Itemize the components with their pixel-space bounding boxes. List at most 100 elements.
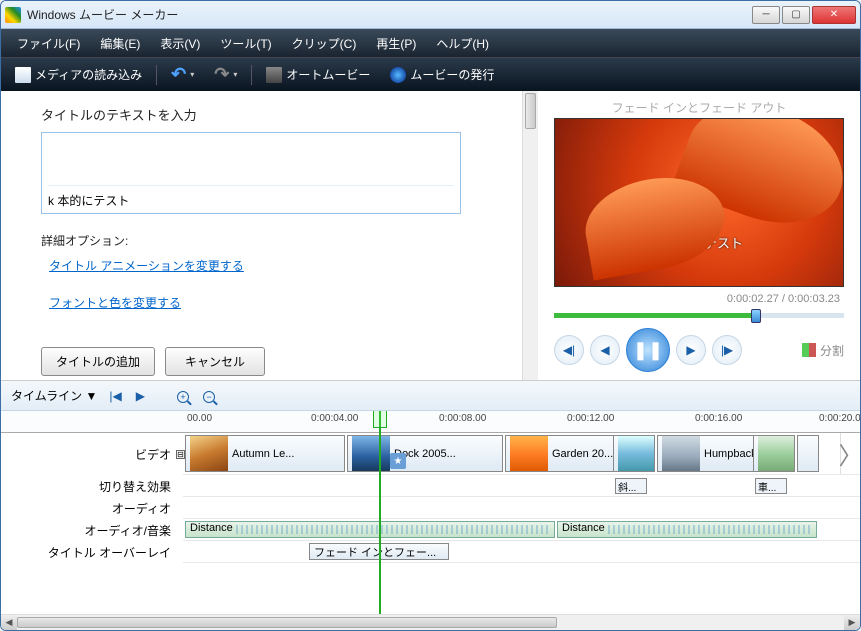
scrollbar-thumb[interactable] — [525, 93, 536, 129]
change-animation-link[interactable]: タイトル アニメーションを変更する — [49, 257, 518, 274]
rewind-button[interactable]: ◀ — [590, 335, 620, 365]
scroll-left-arrow[interactable]: ◀ — [1, 615, 17, 630]
track-labels: ビデオ⊟ 切り替え効果 オーディオ オーディオ/音楽 タイトル オーバーレイ — [1, 411, 183, 614]
more-options-label: 詳細オプション: — [41, 232, 518, 249]
transition-clip[interactable]: 車... — [755, 478, 787, 494]
zoom-in-button[interactable]: + — [175, 389, 191, 403]
automovie-button[interactable]: オートムービー — [260, 64, 376, 85]
timeline-play-button[interactable]: ▶ — [134, 389, 147, 403]
menu-help[interactable]: ヘルプ(H) — [428, 31, 497, 56]
change-font-link[interactable]: フォントと色を変更する — [49, 294, 518, 311]
audio-clip[interactable]: Distance — [557, 521, 817, 538]
title-text-value: k 本的にテスト — [48, 185, 454, 209]
menu-bar: ファイル(F) 編集(E) 表示(V) ツール(T) クリップ(C) 再生(P)… — [1, 29, 860, 57]
tracks-area: 00.00 0:00:04.00 0:00:08.00 0:00:12.00 0… — [183, 411, 860, 614]
title-text-input[interactable]: k 本的にテスト — [41, 132, 461, 214]
import-media-button[interactable]: メディアの読み込み — [9, 64, 148, 85]
transition-track-label: 切り替え効果 — [1, 475, 183, 497]
seek-bar[interactable] — [554, 313, 844, 318]
seek-knob[interactable] — [751, 309, 761, 323]
forward-button[interactable]: ▶ — [676, 335, 706, 365]
timeline-view-label[interactable]: タイムライン ▼ — [11, 387, 97, 404]
time-ruler[interactable]: 00.00 0:00:04.00 0:00:08.00 0:00:12.00 0… — [183, 411, 860, 433]
playhead[interactable] — [379, 411, 381, 614]
title-heading: タイトルのテキストを入力 — [41, 105, 518, 124]
preview-panel: フェード インとフェード アウト k 本的にテスト 0:00:02.27 / 0… — [538, 91, 860, 380]
video-clip[interactable]: Dock 2005...★ — [347, 435, 503, 472]
maximize-button[interactable]: ▢ — [782, 6, 810, 24]
split-label: 分割 — [820, 342, 844, 359]
title-overlay-track[interactable]: フェード インとフェー... — [183, 541, 860, 563]
content-area: タイトルのテキストを入力 k 本的にテスト 詳細オプション: タイトル アニメー… — [1, 91, 860, 630]
audio-track-label: オーディオ — [1, 497, 183, 519]
transition-track[interactable]: 斜... 車... — [183, 475, 860, 497]
clip-label: Autumn Le... — [232, 448, 294, 460]
video-clip[interactable] — [797, 435, 819, 472]
scrollbar-thumb[interactable] — [17, 617, 557, 628]
menu-view[interactable]: 表示(V) — [152, 31, 208, 56]
toolbar: メディアの読み込み ↶▾ ↷▾ オートムービー ムービーの発行 — [1, 57, 860, 91]
close-button[interactable]: ✕ — [812, 6, 856, 24]
playhead-handle[interactable] — [373, 411, 387, 428]
ruler-tick: 0:00:20.0 — [819, 413, 860, 424]
zoom-out-button[interactable]: − — [201, 389, 217, 403]
publish-button[interactable]: ムービーの発行 — [384, 64, 500, 85]
audio-track[interactable] — [183, 497, 860, 519]
add-title-button[interactable]: タイトルの追加 — [41, 347, 155, 376]
redo-button[interactable]: ↷▾ — [208, 62, 243, 87]
clip-thumbnail — [662, 436, 700, 471]
menu-file[interactable]: ファイル(F) — [9, 31, 88, 56]
video-clip[interactable] — [613, 435, 655, 472]
waveform — [608, 525, 812, 534]
publish-icon — [390, 67, 406, 83]
time-total: 0:00:03.23 — [788, 293, 840, 305]
next-frame-button[interactable]: |▶ — [712, 335, 742, 365]
clip-thumbnail — [190, 436, 228, 471]
clip-label: Distance — [190, 522, 233, 534]
play-pause-button[interactable]: ❚❚ — [626, 328, 670, 372]
menu-play[interactable]: 再生(P) — [368, 31, 424, 56]
cancel-button[interactable]: キャンセル — [165, 347, 265, 376]
prev-frame-button[interactable]: ◀| — [554, 335, 584, 365]
waveform — [236, 525, 550, 534]
menu-edit[interactable]: 編集(E) — [92, 31, 148, 56]
ruler-tick: 0:00:04.00 — [311, 413, 358, 424]
audio-music-track-label: オーディオ/音楽 — [1, 519, 183, 541]
timeline-area: ビデオ⊟ 切り替え効果 オーディオ オーディオ/音楽 タイトル オーバーレイ 0… — [1, 411, 860, 614]
automovie-icon — [266, 67, 282, 83]
video-clip[interactable] — [753, 435, 795, 472]
video-clip[interactable]: Autumn Le... — [185, 435, 345, 472]
menu-tools[interactable]: ツール(T) — [212, 31, 279, 56]
app-icon — [5, 7, 21, 23]
horizontal-scrollbar[interactable]: ◀ ▶ — [1, 614, 860, 630]
clip-thumbnail — [510, 436, 548, 471]
undo-button[interactable]: ↶▾ — [165, 62, 200, 87]
scroll-right-arrow[interactable]: ▶ — [844, 615, 860, 630]
timeline-end-marker[interactable]: 〉 — [840, 433, 860, 474]
split-button[interactable]: 分割 — [802, 342, 844, 359]
vertical-scrollbar[interactable] — [522, 91, 538, 380]
app-window: Windows ムービー メーカー ─ ▢ ✕ ファイル(F) 編集(E) 表示… — [0, 0, 861, 631]
separator — [156, 65, 157, 85]
ruler-tick: 0:00:08.00 — [439, 413, 486, 424]
menu-clip[interactable]: クリップ(C) — [284, 31, 365, 56]
audio-music-track[interactable]: Distance Distance — [183, 519, 860, 541]
effect-name-label: フェード インとフェード アウト — [612, 99, 787, 116]
upper-panel: タイトルのテキストを入力 k 本的にテスト 詳細オプション: タイトル アニメー… — [1, 91, 860, 381]
title-overlay-track-label: タイトル オーバーレイ — [1, 541, 183, 563]
transition-clip[interactable]: 斜... — [615, 478, 647, 494]
ruler-tick: 0:00:16.00 — [695, 413, 742, 424]
publish-label: ムービーの発行 — [410, 66, 494, 83]
minimize-button[interactable]: ─ — [752, 6, 780, 24]
split-icon — [802, 343, 816, 357]
video-track[interactable]: Autumn Le... Dock 2005...★ Garden 20... … — [183, 433, 860, 475]
redo-icon: ↷ — [214, 64, 229, 85]
audio-clip[interactable]: Distance — [185, 521, 555, 538]
preview-display[interactable]: k 本的にテスト — [554, 118, 844, 287]
clip-thumbnail — [618, 436, 655, 471]
undo-icon: ↶ — [171, 64, 186, 85]
clip-thumbnail — [352, 436, 390, 471]
timeline-rewind-button[interactable]: |◀ — [107, 389, 123, 403]
zoom-in-icon: + — [177, 391, 189, 403]
video-track-label: ビデオ⊟ — [1, 433, 183, 475]
